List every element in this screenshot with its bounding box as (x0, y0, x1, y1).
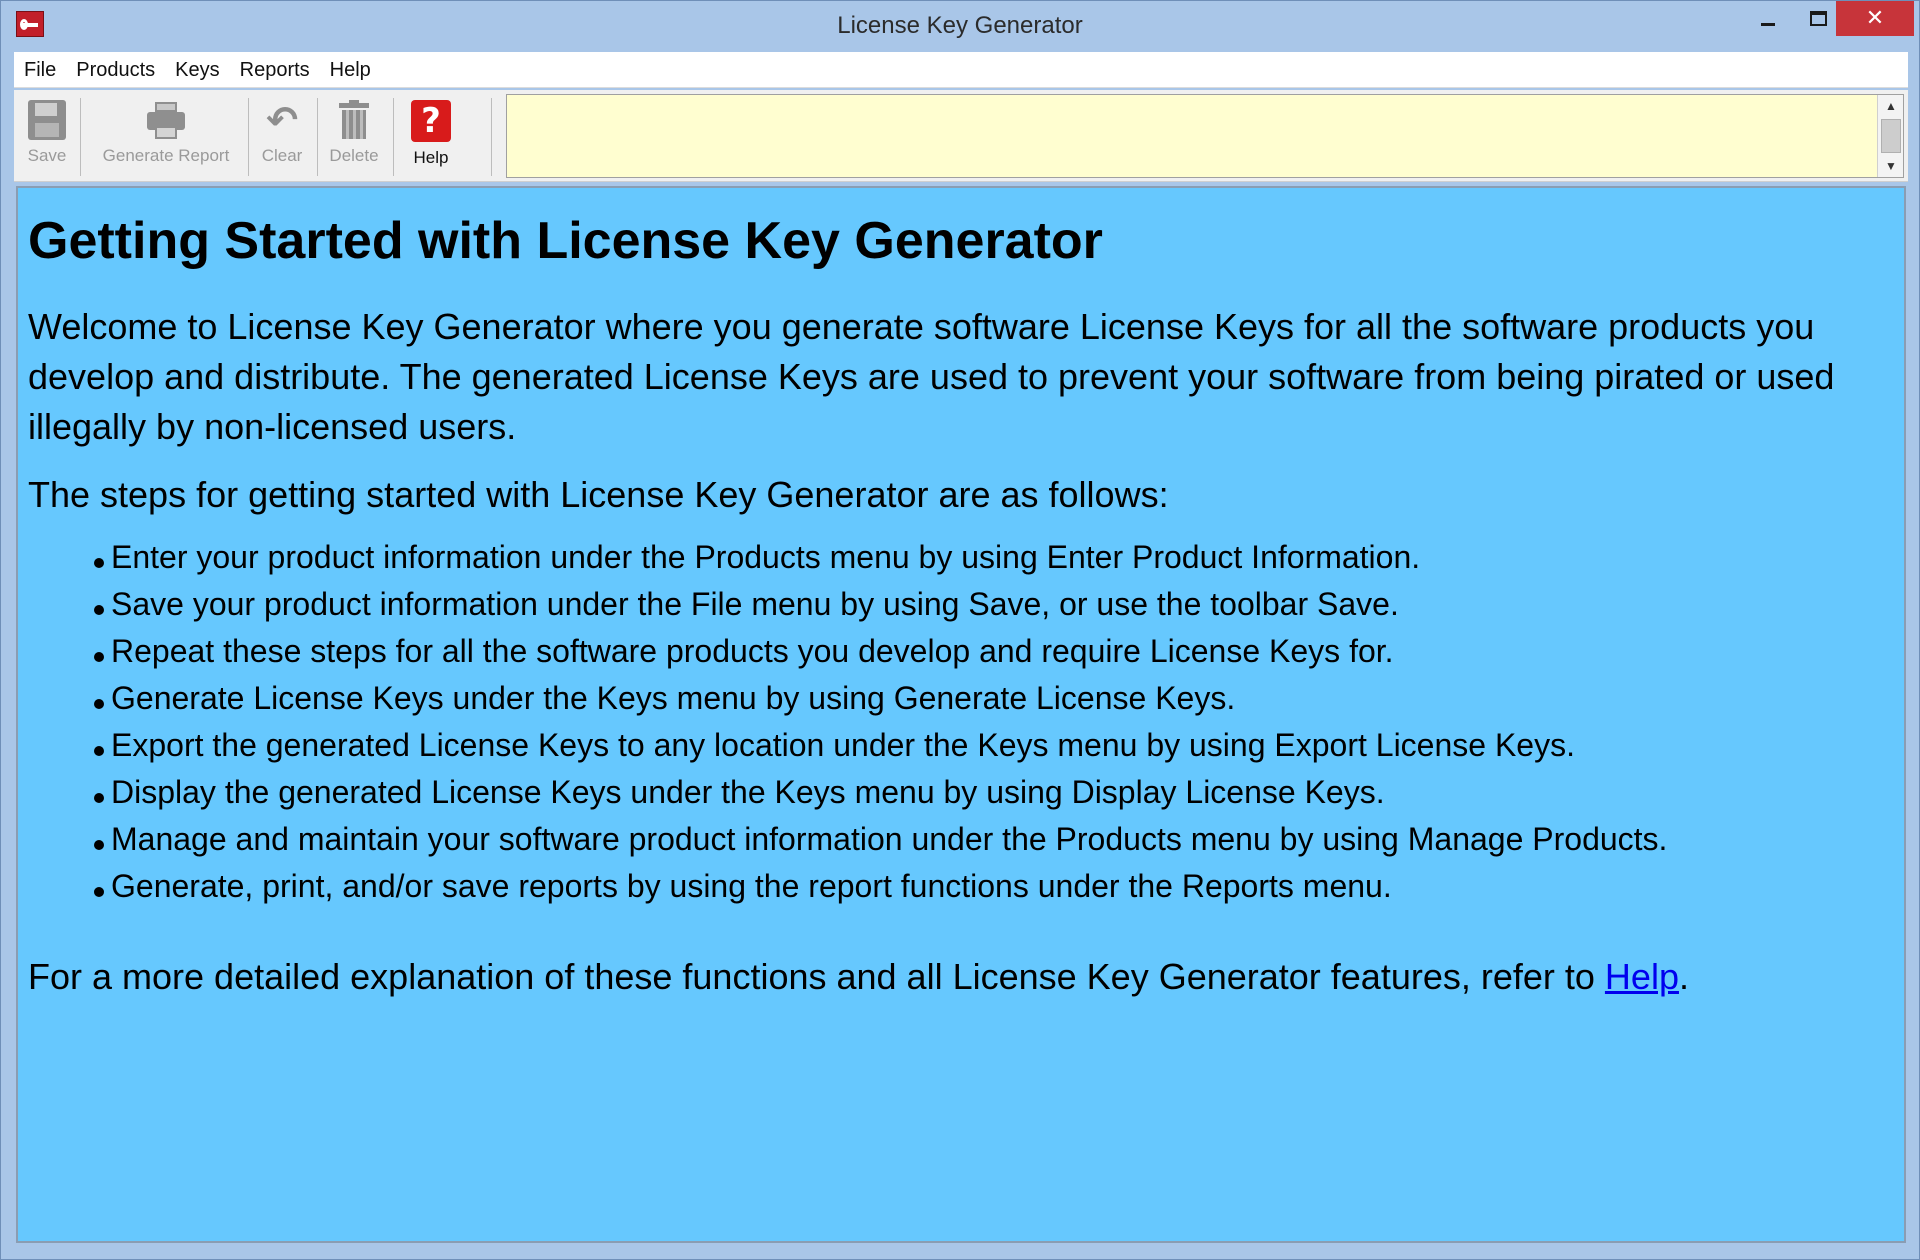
footer-prefix: For a more detailed explanation of these… (28, 955, 1605, 997)
title-bar[interactable]: License Key Generator ✕ (1, 1, 1919, 50)
bullet-icon (94, 792, 104, 803)
step-text: Generate License Keys under the Keys men… (111, 679, 1236, 716)
menu-products[interactable]: Products (66, 52, 165, 88)
clear-button[interactable]: ↶ Clear (254, 94, 310, 178)
toolbar: Save Generate Report ↶ Clear Delete ? He… (14, 90, 1908, 182)
printer-icon (146, 100, 186, 140)
menu-bar: File Products Keys Reports Help (14, 52, 1908, 88)
menu-keys[interactable]: Keys (165, 52, 229, 88)
toolbar-separator (248, 98, 249, 176)
minimize-button[interactable] (1743, 1, 1793, 36)
bullet-icon (94, 698, 104, 709)
bullet-icon (94, 651, 104, 662)
step-text: Export the generated License Keys to any… (111, 726, 1575, 763)
minimize-icon (1761, 23, 1775, 26)
generate-report-button[interactable]: Generate Report (86, 94, 246, 178)
step-text: Save your product information under the … (111, 585, 1399, 622)
list-item: Generate, print, and/or save reports by … (88, 863, 1894, 910)
intro-paragraph: Welcome to License Key Generator where y… (28, 305, 1835, 447)
clear-label: Clear (261, 146, 303, 165)
footer-paragraph: For a more detailed explanation of these… (28, 952, 1894, 1002)
page-title: Getting Started with License Key Generat… (28, 212, 1103, 270)
question-mark-icon: ? (411, 100, 451, 142)
floppy-disk-icon (28, 100, 66, 140)
help-link[interactable]: Help (1605, 956, 1679, 997)
list-item: Generate License Keys under the Keys men… (88, 675, 1894, 722)
toolbar-separator (80, 98, 81, 176)
save-label: Save (27, 146, 67, 165)
scroll-thumb[interactable] (1881, 119, 1901, 153)
menu-reports[interactable]: Reports (230, 52, 320, 88)
delete-button[interactable]: Delete (322, 94, 386, 178)
step-text: Generate, print, and/or save reports by … (111, 867, 1392, 904)
trash-can-icon (337, 100, 371, 140)
save-button[interactable]: Save (19, 94, 75, 178)
message-scrollbar[interactable]: ▲ ▼ (1877, 95, 1903, 177)
getting-started-panel: Getting Started with License Key Generat… (16, 186, 1906, 1243)
steps-list: Enter your product information under the… (28, 534, 1894, 910)
toolbar-separator (393, 98, 394, 176)
toolbar-separator (491, 98, 492, 176)
list-item: Repeat these steps for all the software … (88, 628, 1894, 675)
step-text: Manage and maintain your software produc… (111, 820, 1668, 857)
bullet-icon (94, 839, 104, 850)
list-item: Display the generated License Keys under… (88, 769, 1894, 816)
scroll-down-icon[interactable]: ▼ (1878, 157, 1904, 175)
menu-help[interactable]: Help (320, 52, 381, 88)
footer-suffix: . (1678, 955, 1689, 997)
bullet-icon (94, 604, 104, 615)
menu-file[interactable]: File (14, 52, 66, 88)
list-item: Enter your product information under the… (88, 534, 1894, 581)
bullet-icon (94, 745, 104, 756)
generate-report-label: Generate Report (102, 146, 230, 165)
close-icon: ✕ (1865, 6, 1885, 31)
undo-arrow-icon: ↶ (266, 98, 298, 142)
delete-label: Delete (329, 146, 379, 165)
list-item: Manage and maintain your software produc… (88, 816, 1894, 863)
step-text: Display the generated License Keys under… (111, 773, 1385, 810)
close-button[interactable]: ✕ (1836, 1, 1914, 36)
step-text: Repeat these steps for all the software … (111, 632, 1394, 669)
bullet-icon (94, 886, 104, 897)
steps-intro: The steps for getting started with Licen… (28, 473, 1169, 515)
bullet-icon (94, 557, 104, 568)
help-button[interactable]: ? Help (399, 94, 463, 178)
list-item: Export the generated License Keys to any… (88, 722, 1894, 769)
help-label: Help (413, 148, 449, 167)
toolbar-separator (317, 98, 318, 176)
step-text: Enter your product information under the… (111, 538, 1421, 575)
window-title: License Key Generator (837, 12, 1083, 39)
maximize-icon (1809, 11, 1827, 26)
app-window: License Key Generator ✕ File Products Ke… (0, 0, 1920, 1260)
message-area[interactable]: ▲ ▼ (506, 94, 1904, 178)
list-item: Save your product information under the … (88, 581, 1894, 628)
scroll-up-icon[interactable]: ▲ (1878, 97, 1904, 115)
